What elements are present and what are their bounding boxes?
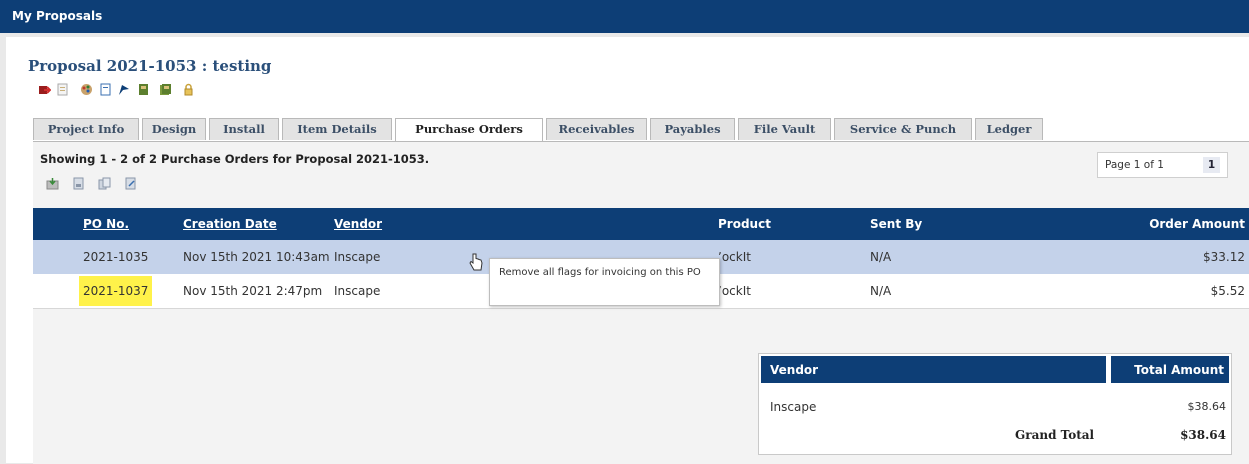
tab-purchase-orders[interactable]: Purchase Orders [395,118,543,142]
sent-by: N/A [870,250,892,264]
order-amount: $33.12 [1203,250,1245,264]
page-icon[interactable] [99,83,112,96]
creation-date: Nov 15th 2021 2:47pm [183,284,323,298]
col-sent-by: Sent By [870,217,923,231]
tab-ledger[interactable]: Ledger [975,118,1043,140]
flag-icon[interactable] [117,83,130,96]
pager-page-1[interactable]: 1 [1203,157,1220,173]
tab-payables[interactable]: Payables [650,118,735,140]
sent-by: N/A [870,284,892,298]
vendor-totals-table: Vendor Total Amount Inscape $38.64 Grand… [758,353,1232,455]
vendor-name: Inscape [334,250,381,264]
tab-design[interactable]: Design [142,118,206,140]
palette-icon[interactable] [80,83,93,96]
tab-project-info[interactable]: Project Info [33,118,139,140]
po-number[interactable]: 2021-1037 [79,276,153,306]
po-number-highlight[interactable]: 2021-1037 [79,276,153,306]
totals-vendor-name: Inscape [770,400,817,414]
send-icon[interactable] [124,177,137,190]
table-header: PO No. Creation Date Vendor Product Sent… [33,208,1249,240]
totals-vendor-amount: $38.64 [1187,400,1227,413]
export-icon[interactable] [46,177,59,190]
tab-service-punch[interactable]: Service & Punch [834,118,972,140]
tab-receivables[interactable]: Receivables [546,118,647,140]
totals-vendor-header: Vendor [761,356,1106,383]
product-name: ʼockIt [718,250,751,264]
showing-summary: Showing 1 - 2 of 2 Purchase Orders for P… [40,152,430,166]
creation-date: Nov 15th 2021 10:43am [183,250,330,264]
col-vendor[interactable]: Vendor [334,217,382,231]
flag-tooltip: Remove all flags for invoicing on this P… [489,258,720,306]
col-product: Product [718,217,771,231]
proposal-title: Proposal 2021-1053 : testing [28,57,272,75]
pager: Page 1 of 1 1 [1097,152,1228,178]
grand-total-label: Grand Total [1015,428,1095,442]
print-icon[interactable] [72,177,85,190]
tab-item-details[interactable]: Item Details [282,118,392,140]
col-creation-date[interactable]: Creation Date [183,217,277,231]
copy-icon[interactable] [98,177,111,190]
book-icon[interactable] [137,83,150,96]
top-bar: My Proposals [0,0,1249,33]
pager-text: Page 1 of 1 [1105,159,1164,171]
grand-total-value: $38.64 [1180,428,1226,442]
hand-cursor-icon [469,253,483,271]
lock-icon[interactable] [182,83,195,96]
tab-file-vault[interactable]: File Vault [738,118,831,140]
product-name: ʼockIt [718,284,751,298]
tab-install[interactable]: Install [209,118,279,140]
book-stack-icon[interactable] [159,83,172,96]
vendor-name: Inscape [334,284,381,298]
exit-icon[interactable] [38,83,51,96]
totals-amount-header: Total Amount [1111,356,1229,383]
col-order-amount: Order Amount [1149,217,1245,231]
document-icon[interactable] [56,83,69,96]
col-po-no[interactable]: PO No. [83,217,129,231]
order-amount: $5.52 [1210,284,1245,298]
app-title: My Proposals [12,9,103,23]
po-number[interactable]: 2021-1035 [83,250,148,264]
